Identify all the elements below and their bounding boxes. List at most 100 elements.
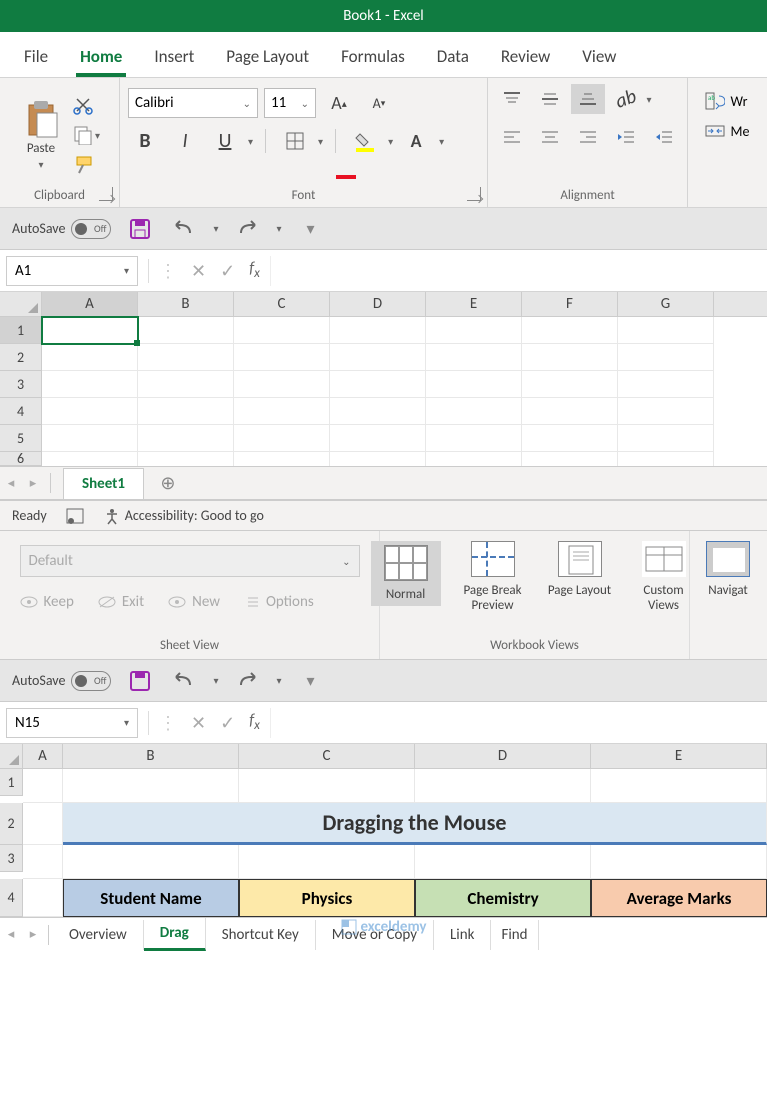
autosave-toggle[interactable]: AutoSave Off xyxy=(12,671,111,691)
col-header[interactable]: A xyxy=(42,292,138,316)
tab-home[interactable]: Home xyxy=(68,46,134,77)
cell[interactable] xyxy=(522,452,618,466)
cell[interactable] xyxy=(522,425,618,452)
cell[interactable] xyxy=(330,371,426,398)
sheet-tab[interactable]: Sheet1 xyxy=(63,468,144,499)
cell[interactable] xyxy=(618,371,714,398)
dialog-launcher-icon[interactable] xyxy=(99,187,113,201)
cell[interactable] xyxy=(234,317,330,344)
cell[interactable] xyxy=(138,398,234,425)
row-header[interactable]: 5 xyxy=(0,425,42,452)
col-header[interactable]: E xyxy=(426,292,522,316)
cell[interactable] xyxy=(234,371,330,398)
col-header[interactable]: F xyxy=(522,292,618,316)
tab-view[interactable]: View xyxy=(570,46,628,77)
cell[interactable] xyxy=(618,425,714,452)
col-header[interactable]: B xyxy=(138,292,234,316)
cell[interactable] xyxy=(415,845,591,879)
paste-button[interactable]: Paste ▾ xyxy=(19,95,63,175)
cell[interactable] xyxy=(42,344,138,371)
bold-button[interactable]: B xyxy=(128,126,162,156)
sheet-nav-prev-icon[interactable]: ◂ xyxy=(0,927,22,942)
row-header[interactable]: 3 xyxy=(0,371,42,398)
cell[interactable] xyxy=(42,317,138,344)
fill-color-button[interactable] xyxy=(348,126,382,156)
header-chemistry[interactable]: Chemistry xyxy=(415,879,591,917)
new-view-button[interactable]: New xyxy=(168,593,220,611)
keep-button[interactable]: Keep xyxy=(20,593,74,611)
cell[interactable] xyxy=(330,344,426,371)
header-physics[interactable]: Physics xyxy=(239,879,415,917)
cell[interactable] xyxy=(42,371,138,398)
exit-button[interactable]: Exit xyxy=(98,593,144,611)
cell[interactable] xyxy=(63,769,239,803)
row-header[interactable]: 1 xyxy=(0,317,42,344)
formula-input[interactable] xyxy=(270,256,767,286)
cut-icon[interactable] xyxy=(73,95,93,115)
dialog-launcher-icon[interactable] xyxy=(467,187,481,201)
copy-icon[interactable] xyxy=(73,125,93,145)
row-header[interactable]: 3 xyxy=(0,845,23,872)
align-left-icon[interactable] xyxy=(495,122,529,152)
cell[interactable] xyxy=(330,398,426,425)
cell[interactable] xyxy=(63,845,239,879)
cell[interactable] xyxy=(42,398,138,425)
new-sheet-button[interactable]: ⊕ xyxy=(152,467,184,499)
cell[interactable] xyxy=(330,452,426,466)
col-header[interactable]: D xyxy=(415,744,591,768)
sheet-tab-shortcut-key[interactable]: Shortcut Key xyxy=(206,920,316,950)
sheet-nav-next-icon[interactable]: ▸ xyxy=(22,927,44,942)
cell[interactable] xyxy=(234,425,330,452)
undo-button[interactable] xyxy=(169,666,199,696)
sheet-tab-drag[interactable]: Drag xyxy=(144,918,206,951)
save-button[interactable] xyxy=(125,666,155,696)
tab-page-layout[interactable]: Page Layout xyxy=(214,46,321,77)
cell[interactable] xyxy=(234,344,330,371)
customize-qat-icon[interactable]: ▾ xyxy=(296,214,326,244)
underline-button[interactable]: U xyxy=(208,126,242,156)
cell[interactable] xyxy=(426,425,522,452)
col-header[interactable]: E xyxy=(591,744,767,768)
cell[interactable] xyxy=(138,371,234,398)
undo-button[interactable] xyxy=(169,214,199,244)
cell[interactable] xyxy=(42,452,138,466)
sheet-tab-link[interactable]: Link xyxy=(434,920,491,950)
align-right-icon[interactable] xyxy=(571,122,605,152)
row-header[interactable]: 2 xyxy=(0,803,23,845)
row-header[interactable]: 1 xyxy=(0,769,23,796)
merge-button[interactable]: Me xyxy=(705,122,750,140)
normal-view-button[interactable]: Normal xyxy=(371,541,441,606)
col-header[interactable]: C xyxy=(239,744,415,768)
row-header[interactable]: 4 xyxy=(0,398,42,425)
save-button[interactable] xyxy=(125,214,155,244)
custom-views-button[interactable]: Custom Views xyxy=(629,541,699,613)
align-middle-icon[interactable] xyxy=(533,84,567,114)
title-cell[interactable]: Dragging the Mouse xyxy=(63,803,767,845)
decrease-indent-icon[interactable] xyxy=(609,122,643,152)
col-header[interactable]: A xyxy=(23,744,63,768)
customize-qat-icon[interactable]: ▾ xyxy=(296,666,326,696)
row-header[interactable]: 6 xyxy=(0,452,42,466)
accessibility-status[interactable]: Accessibility: Good to go xyxy=(103,507,264,525)
align-top-icon[interactable] xyxy=(495,84,529,114)
navigation-button[interactable]: Navigat xyxy=(693,541,763,598)
cell[interactable] xyxy=(239,769,415,803)
cell[interactable] xyxy=(522,398,618,425)
name-box[interactable]: A1▾ xyxy=(6,256,138,286)
increase-font-icon[interactable]: A▴ xyxy=(322,88,356,118)
cell[interactable] xyxy=(618,398,714,425)
fx-icon[interactable]: fx xyxy=(249,711,260,733)
increase-indent-icon[interactable] xyxy=(647,122,681,152)
cell[interactable] xyxy=(426,344,522,371)
decrease-font-icon[interactable]: A▾ xyxy=(362,88,396,118)
cell[interactable] xyxy=(330,317,426,344)
cell[interactable] xyxy=(426,452,522,466)
cell[interactable] xyxy=(23,845,63,879)
font-color-button[interactable]: A xyxy=(399,126,433,156)
tab-data[interactable]: Data xyxy=(425,46,481,77)
cell[interactable] xyxy=(618,344,714,371)
cell[interactable] xyxy=(426,398,522,425)
cell[interactable] xyxy=(138,452,234,466)
cell[interactable] xyxy=(138,344,234,371)
redo-button[interactable] xyxy=(232,214,262,244)
